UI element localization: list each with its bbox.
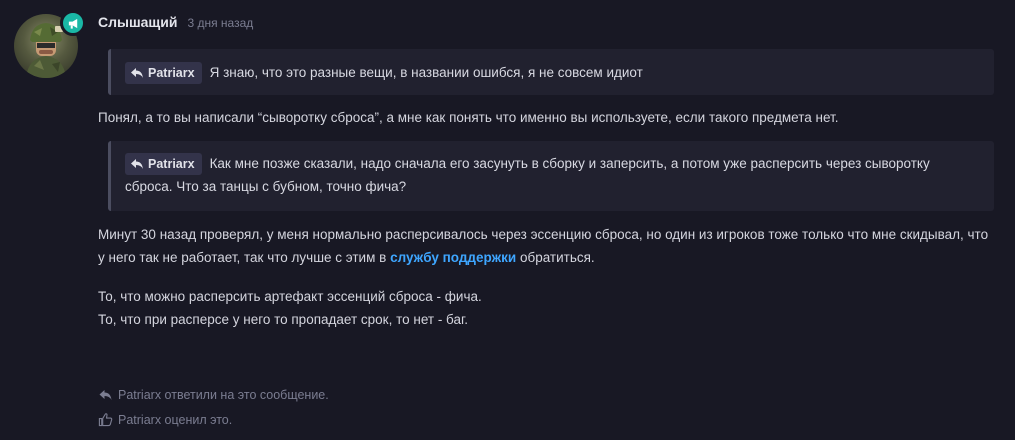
reply-icon — [99, 390, 112, 400]
post-time[interactable]: 3 дня назад — [187, 16, 253, 30]
quote-block: Patriarx Я знаю, что это разные вещи, в … — [108, 49, 994, 95]
post: Слышащий 3 дня назад Patriarx Я знаю, чт… — [98, 14, 994, 331]
quote-author: Patriarx — [148, 156, 195, 171]
message-paragraph: Понял, а то вы написали “сыворотку сброс… — [98, 110, 839, 125]
quote-author: Patriarx — [148, 65, 195, 80]
quote-author-tag[interactable]: Patriarx — [125, 62, 202, 85]
avatar-badge — [60, 10, 86, 36]
replied-text: Patriarx ответили на это сообщение. — [118, 388, 329, 402]
support-link[interactable]: службу поддержки — [390, 250, 516, 265]
post-header: Слышащий 3 дня назад — [98, 14, 994, 36]
replied-note[interactable]: Patriarx ответили на это сообщение. — [98, 388, 329, 402]
thumbs-up-icon — [98, 413, 113, 427]
liked-text: Patriarx оценил это. — [118, 412, 233, 427]
quote-text: Я знаю, что это разные вещи, в названии … — [209, 65, 643, 80]
quote-author-tag[interactable]: Patriarx — [125, 153, 202, 176]
avatar-wrap[interactable] — [14, 10, 86, 84]
quote-text: Как мне позже сказали, надо сначала его … — [125, 156, 930, 195]
message-paragraph: Минут 30 назад проверял, у меня нормальн… — [98, 223, 994, 269]
author-name[interactable]: Слышащий — [98, 14, 177, 30]
message-text: обратиться. — [516, 250, 595, 265]
quote-block: Patriarx Как мне позже сказали, надо сна… — [108, 141, 994, 211]
message-paragraph: То, что можно расперсить артефакт эссенц… — [98, 285, 994, 331]
megaphone-icon — [68, 18, 77, 29]
message-line: То, что можно расперсить артефакт эссенц… — [98, 289, 482, 304]
reply-icon — [131, 159, 143, 170]
reply-icon — [131, 68, 143, 79]
message-line: То, что при расперсе у него то пропадает… — [98, 312, 469, 327]
liked-note[interactable]: Patriarx оценил это. — [98, 412, 232, 427]
